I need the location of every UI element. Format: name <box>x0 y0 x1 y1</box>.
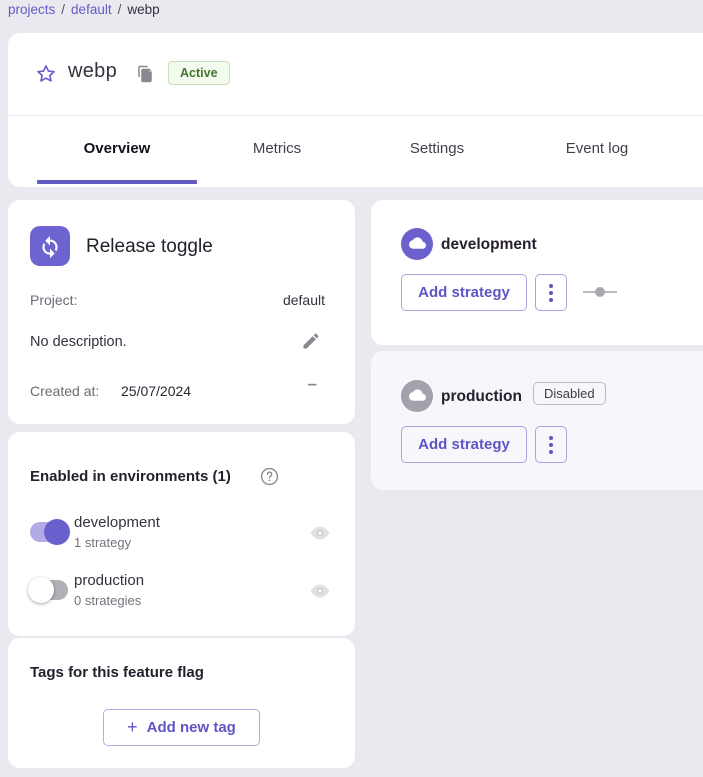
active-tab-indicator <box>37 180 197 184</box>
project-value: default <box>283 292 325 308</box>
release-toggle-sync-icon <box>30 226 70 266</box>
cloud-icon <box>401 228 433 260</box>
enabled-environments-title: Enabled in environments (1) <box>30 468 231 485</box>
breadcrumb-default-link[interactable]: default <box>71 2 112 17</box>
breadcrumb: projects / default / webp <box>8 2 160 17</box>
eye-icon[interactable] <box>309 580 331 602</box>
breadcrumb-separator: / <box>61 2 65 17</box>
add-new-tag-button[interactable]: + Add new tag <box>103 709 260 746</box>
plus-icon: + <box>127 717 138 738</box>
flag-details-card: Release toggle Project: default No descr… <box>8 200 355 424</box>
environment-row-name: production <box>74 572 144 589</box>
collapse-minus-icon[interactable]: – <box>308 374 317 394</box>
created-at-label: Created at: <box>30 383 99 399</box>
eye-icon[interactable] <box>309 522 331 544</box>
environment-menu-kebab-icon[interactable] <box>535 426 567 463</box>
environment-card-development: development Add strategy <box>371 200 703 345</box>
tags-card: Tags for this feature flag + Add new tag <box>8 638 355 768</box>
breadcrumb-separator: / <box>118 2 122 17</box>
enabled-environments-card: Enabled in environments (1) development … <box>8 432 355 636</box>
breadcrumb-current: webp <box>127 2 159 17</box>
page-title: webp <box>68 60 117 83</box>
favorite-star-icon[interactable] <box>35 63 57 85</box>
breadcrumb-projects-link[interactable]: projects <box>8 2 55 17</box>
tab-event-log[interactable]: Event log <box>517 116 677 180</box>
description-text: No description. <box>30 334 127 350</box>
environment-toggle-development[interactable] <box>30 522 68 542</box>
add-strategy-button[interactable]: Add strategy <box>401 426 527 463</box>
flag-type-label: Release toggle <box>86 236 213 258</box>
add-strategy-button[interactable]: Add strategy <box>401 274 527 311</box>
environment-row-strategies: 1 strategy <box>74 535 131 550</box>
copy-icon[interactable] <box>136 65 154 83</box>
environment-menu-kebab-icon[interactable] <box>535 274 567 311</box>
environment-toggle-production[interactable] <box>30 580 68 600</box>
environment-name: production <box>441 388 522 406</box>
environment-row-name: development <box>74 514 160 531</box>
tab-settings[interactable]: Settings <box>357 116 517 180</box>
tab-metrics[interactable]: Metrics <box>197 116 357 180</box>
feature-flag-page: projects / default / webp webp Active Overvi… <box>0 0 703 777</box>
environment-card-production: production Disabled Add strategy <box>371 351 703 490</box>
tags-title: Tags for this feature flag <box>30 664 204 681</box>
status-badge: Active <box>168 61 230 85</box>
strategy-node-icon <box>583 286 617 298</box>
help-icon[interactable] <box>260 467 279 486</box>
tab-bar: Overview Metrics Settings Event log <box>37 116 677 184</box>
project-label: Project: <box>30 292 77 308</box>
flag-title-row: webp Active <box>8 33 703 115</box>
edit-description-pencil-icon[interactable] <box>301 331 321 351</box>
add-new-tag-label: Add new tag <box>147 719 236 736</box>
flag-header-card: webp Active Overview Metrics Settings Ev… <box>8 33 703 187</box>
created-at-value: 25/07/2024 <box>121 383 191 399</box>
disabled-badge: Disabled <box>533 382 606 405</box>
tab-overview[interactable]: Overview <box>37 116 197 180</box>
environment-row-strategies: 0 strategies <box>74 593 141 608</box>
cloud-icon <box>401 380 433 412</box>
environment-name: development <box>441 236 537 254</box>
